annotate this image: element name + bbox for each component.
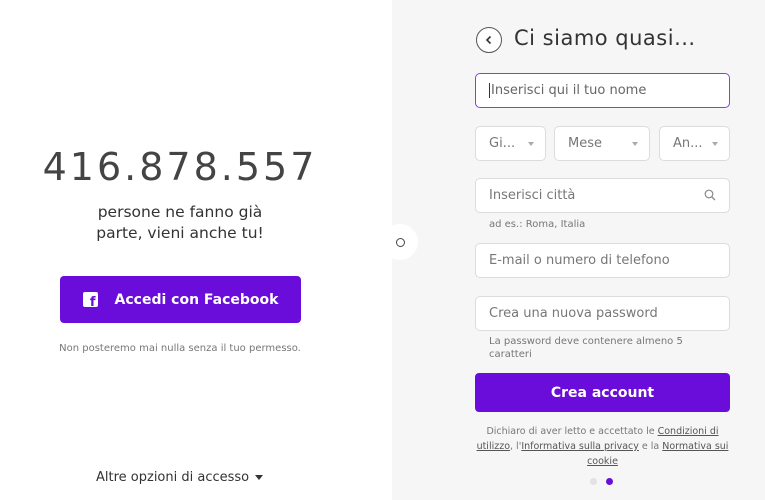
tagline-line-1: persone ne fanno già: [97, 203, 263, 221]
other-login-options-label: Altre opzioni di accesso: [96, 470, 250, 485]
chevron-down-icon: [632, 142, 638, 146]
create-account-button[interactable]: Crea account: [475, 373, 730, 412]
year-select[interactable]: An...: [659, 126, 730, 161]
chevron-down-icon: [528, 142, 534, 146]
year-select-label: An...: [673, 136, 703, 151]
legal-text-1: Dichiaro di aver letto e accettato le: [486, 426, 658, 437]
city-input[interactable]: Inserisci città: [475, 178, 730, 213]
text-cursor: [489, 83, 490, 98]
password-placeholder: Crea una nuova password: [489, 306, 658, 321]
circle-icon: [395, 237, 405, 247]
tagline-line-2: parte, vieni anche tu!: [96, 224, 264, 242]
email-phone-placeholder: E-mail o numero di telefono: [489, 253, 670, 268]
password-input[interactable]: Crea una nuova password: [475, 296, 730, 331]
facebook-permission-note: Non posteremo mai nulla senza il tuo per…: [59, 343, 301, 354]
chevron-down-icon: [712, 142, 718, 146]
facebook-icon: f: [82, 292, 98, 309]
month-select[interactable]: Mese: [554, 126, 650, 161]
privacy-link[interactable]: Informativa sulla privacy: [521, 441, 639, 452]
left-panel: 416.878.557 persone ne fanno già parte, …: [0, 0, 392, 500]
caret-down-icon: [255, 475, 264, 480]
tagline: persone ne fanno già parte, vieni anche …: [0, 202, 360, 244]
facebook-login-label: Accedi con Facebook: [114, 291, 279, 308]
facebook-login-button[interactable]: f Accedi con Facebook: [60, 276, 301, 323]
name-input[interactable]: Inserisci qui il tuo nome: [475, 73, 730, 108]
create-account-label: Crea account: [550, 384, 655, 401]
name-placeholder: Inserisci qui il tuo nome: [491, 83, 647, 98]
legal-text-3: e la: [638, 441, 663, 452]
pagination-dot-1[interactable]: [590, 478, 597, 485]
legal-notice: Dichiaro di aver letto e accettato le Co…: [475, 424, 730, 469]
other-login-options-link[interactable]: Altre opzioni di accesso: [96, 470, 264, 485]
member-counter: 416.878.557: [42, 145, 318, 189]
pagination-dots: [590, 478, 613, 485]
search-icon: [704, 189, 716, 201]
chevron-left-icon: [485, 35, 492, 45]
city-placeholder: Inserisci città: [489, 188, 576, 203]
page-title: Ci siamo quasi...: [514, 26, 696, 50]
day-select[interactable]: Gi...: [475, 126, 546, 161]
city-hint: ad es.: Roma, Italia: [489, 219, 586, 230]
day-select-label: Gi...: [489, 136, 516, 151]
password-hint-line-1: La password deve contenere almeno 5: [489, 336, 683, 347]
password-hint: La password deve contenere almeno 5 cara…: [489, 335, 683, 361]
back-button[interactable]: [476, 27, 502, 53]
pagination-dot-2[interactable]: [606, 478, 613, 485]
password-hint-line-2: caratteri: [489, 349, 532, 360]
panel-divider-handle: [382, 224, 418, 260]
email-phone-input[interactable]: E-mail o numero di telefono: [475, 243, 730, 278]
month-select-label: Mese: [568, 136, 602, 151]
legal-text-2: , l': [510, 441, 522, 452]
